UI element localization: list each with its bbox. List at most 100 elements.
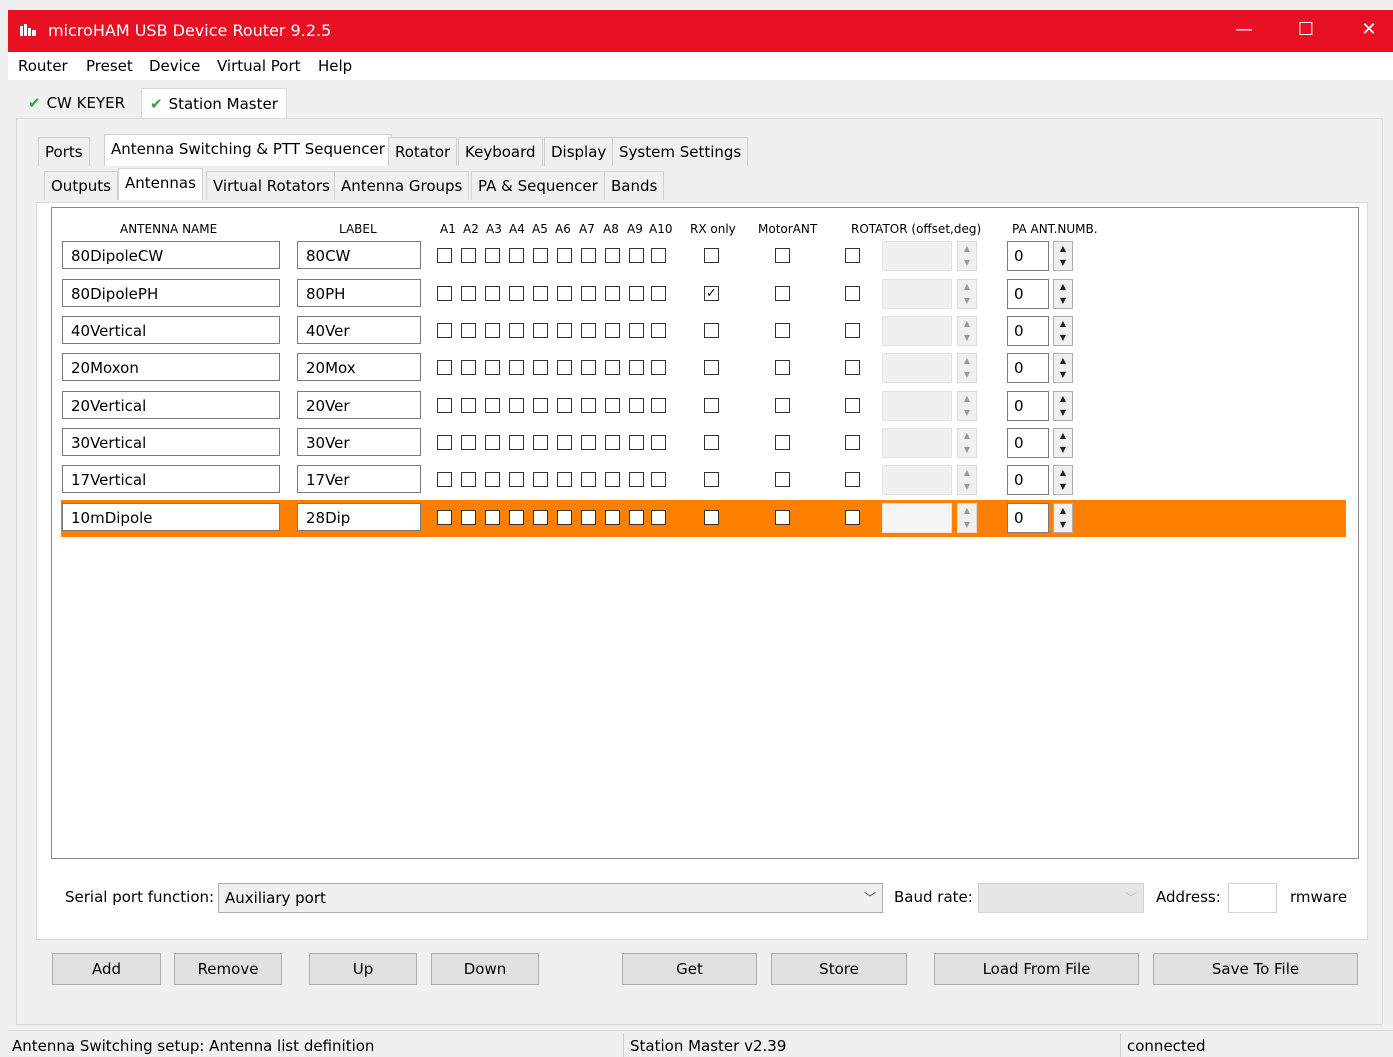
output-a10-checkbox[interactable] — [651, 286, 666, 301]
antenna-label-field[interactable]: 20Ver — [297, 391, 421, 419]
output-a3-checkbox[interactable] — [485, 472, 500, 487]
output-a2-checkbox[interactable] — [461, 360, 476, 375]
output-a5-checkbox[interactable] — [533, 435, 548, 450]
output-a4-checkbox[interactable] — [509, 323, 524, 338]
output-a4-checkbox[interactable] — [509, 286, 524, 301]
motor-ant-checkbox[interactable] — [775, 286, 790, 301]
minimize-icon[interactable]: — — [1221, 10, 1267, 52]
output-a2-checkbox[interactable] — [461, 472, 476, 487]
rotator-checkbox[interactable] — [845, 248, 860, 263]
output-a1-checkbox[interactable] — [437, 435, 452, 450]
tab-antennas[interactable]: Antennas — [118, 168, 203, 200]
up-button[interactable]: Up — [309, 953, 417, 985]
rx-only-checkbox[interactable]: ✓ — [704, 286, 719, 301]
rotator-offset-spinner[interactable]: ▲ ▼ — [957, 279, 977, 309]
antenna-label-field[interactable]: 80CW — [297, 241, 421, 269]
rotator-offset-spinner[interactable]: ▲ ▼ — [957, 503, 977, 533]
output-a2-checkbox[interactable] — [461, 248, 476, 263]
rotator-offset-spinner[interactable]: ▲ ▼ — [957, 316, 977, 346]
motor-ant-checkbox[interactable] — [775, 472, 790, 487]
antenna-row[interactable]: 20Moxon 20Mox ▲ ▼ 0 ▲ ▼ — [61, 350, 1346, 387]
pa-ant-number-spinner[interactable]: ▲ ▼ — [1053, 241, 1073, 271]
tab-bands[interactable]: Bands — [604, 171, 665, 200]
output-a2-checkbox[interactable] — [461, 510, 476, 525]
output-a2-checkbox[interactable] — [461, 435, 476, 450]
tab-antenna-switching[interactable]: Antenna Switching & PTT Sequencer — [104, 134, 392, 166]
antenna-label-field[interactable]: 17Ver — [297, 465, 421, 493]
pa-ant-number-field[interactable]: 0 — [1007, 316, 1049, 346]
antenna-row[interactable]: 30Vertical 30Ver ▲ ▼ 0 ▲ ▼ — [61, 425, 1346, 462]
rx-only-checkbox[interactable] — [704, 472, 719, 487]
output-a7-checkbox[interactable] — [581, 435, 596, 450]
rx-only-checkbox[interactable] — [704, 398, 719, 413]
output-a9-checkbox[interactable] — [629, 472, 644, 487]
antenna-row[interactable]: 20Vertical 20Ver ▲ ▼ 0 ▲ ▼ — [61, 388, 1346, 425]
pa-ant-number-field[interactable]: 0 — [1007, 465, 1049, 495]
get-button[interactable]: Get — [622, 953, 757, 985]
pa-ant-number-field[interactable]: 0 — [1007, 279, 1049, 309]
motor-ant-checkbox[interactable] — [775, 248, 790, 263]
output-a8-checkbox[interactable] — [605, 248, 620, 263]
rotator-offset-field[interactable] — [882, 428, 952, 458]
pa-ant-number-spinner[interactable]: ▲ ▼ — [1053, 316, 1073, 346]
pa-ant-number-field[interactable]: 0 — [1007, 428, 1049, 458]
motor-ant-checkbox[interactable] — [775, 510, 790, 525]
output-a7-checkbox[interactable] — [581, 323, 596, 338]
rotator-offset-spinner[interactable]: ▲ ▼ — [957, 353, 977, 383]
output-a1-checkbox[interactable] — [437, 398, 452, 413]
pa-ant-number-field[interactable]: 0 — [1007, 391, 1049, 421]
output-a3-checkbox[interactable] — [485, 435, 500, 450]
output-a5-checkbox[interactable] — [533, 248, 548, 263]
output-a6-checkbox[interactable] — [557, 398, 572, 413]
output-a10-checkbox[interactable] — [651, 360, 666, 375]
antenna-label-field[interactable]: 20Mox — [297, 353, 421, 381]
pa-ant-number-spinner[interactable]: ▲ ▼ — [1053, 353, 1073, 383]
output-a3-checkbox[interactable] — [485, 323, 500, 338]
output-a8-checkbox[interactable] — [605, 286, 620, 301]
output-a10-checkbox[interactable] — [651, 398, 666, 413]
store-button[interactable]: Store — [771, 953, 907, 985]
antenna-row[interactable]: 10mDipole 28Dip ▲ ▼ 0 ▲ ▼ — [61, 500, 1346, 537]
output-a4-checkbox[interactable] — [509, 398, 524, 413]
rotator-offset-field[interactable] — [882, 503, 952, 533]
output-a1-checkbox[interactable] — [437, 510, 452, 525]
antenna-label-field[interactable]: 30Ver — [297, 428, 421, 456]
output-a8-checkbox[interactable] — [605, 435, 620, 450]
output-a2-checkbox[interactable] — [461, 323, 476, 338]
close-icon[interactable]: ✕ — [1346, 10, 1392, 52]
pa-ant-number-field[interactable]: 0 — [1007, 503, 1049, 533]
rx-only-checkbox[interactable] — [704, 323, 719, 338]
antenna-label-field[interactable]: 28Dip — [297, 503, 421, 531]
output-a5-checkbox[interactable] — [533, 510, 548, 525]
output-a9-checkbox[interactable] — [629, 398, 644, 413]
antenna-label-field[interactable]: 40Ver — [297, 316, 421, 344]
remove-button[interactable]: Remove — [174, 953, 282, 985]
rotator-offset-field[interactable] — [882, 391, 952, 421]
output-a6-checkbox[interactable] — [557, 510, 572, 525]
output-a5-checkbox[interactable] — [533, 286, 548, 301]
menu-device[interactable]: Device — [149, 57, 200, 75]
antenna-name-field[interactable]: 80DipoleCW — [62, 241, 280, 269]
output-a7-checkbox[interactable] — [581, 360, 596, 375]
output-a9-checkbox[interactable] — [629, 510, 644, 525]
motor-ant-checkbox[interactable] — [775, 323, 790, 338]
output-a1-checkbox[interactable] — [437, 323, 452, 338]
rotator-offset-field[interactable] — [882, 465, 952, 495]
output-a9-checkbox[interactable] — [629, 435, 644, 450]
output-a9-checkbox[interactable] — [629, 360, 644, 375]
output-a6-checkbox[interactable] — [557, 472, 572, 487]
output-a5-checkbox[interactable] — [533, 323, 548, 338]
rotator-checkbox[interactable] — [845, 435, 860, 450]
rotator-checkbox[interactable] — [845, 510, 860, 525]
maximize-icon[interactable]: ☐ — [1283, 10, 1329, 52]
save-to-file-button[interactable]: Save To File — [1153, 953, 1358, 985]
menu-virtual-port[interactable]: Virtual Port — [217, 57, 301, 75]
rx-only-checkbox[interactable] — [704, 510, 719, 525]
output-a7-checkbox[interactable] — [581, 510, 596, 525]
output-a2-checkbox[interactable] — [461, 398, 476, 413]
antenna-name-field[interactable]: 20Vertical — [62, 391, 280, 419]
rx-only-checkbox[interactable] — [704, 248, 719, 263]
antenna-name-field[interactable]: 17Vertical — [62, 465, 280, 493]
add-button[interactable]: Add — [52, 953, 161, 985]
output-a3-checkbox[interactable] — [485, 248, 500, 263]
